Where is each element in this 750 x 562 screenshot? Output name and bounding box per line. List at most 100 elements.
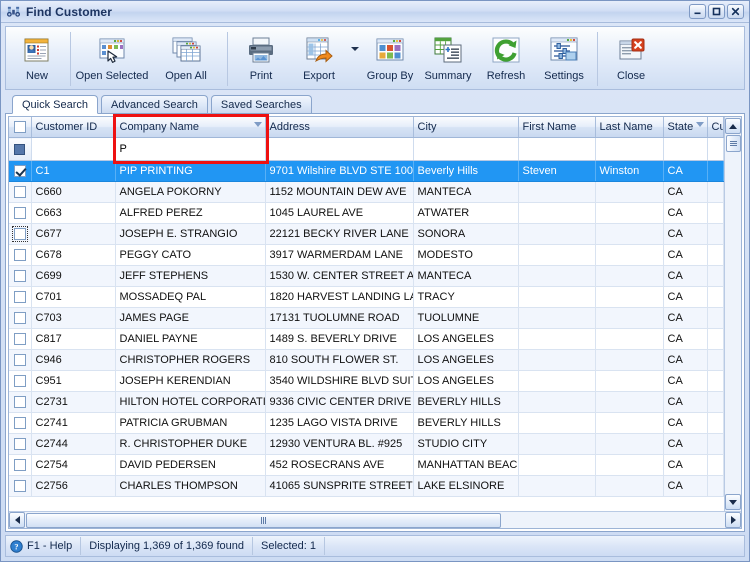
cell-cu[interactable] [707, 307, 724, 329]
table-row[interactable]: C951 JOSEPH KERENDIAN 3540 WILDSHIRE BLVD … [9, 370, 724, 392]
cell-cu[interactable] [707, 433, 724, 455]
cell-city[interactable]: TRACY [413, 286, 519, 308]
close-button[interactable] [727, 4, 744, 19]
cell-first-name[interactable] [518, 307, 596, 329]
cell-first-name[interactable] [518, 181, 596, 203]
cell-customer-id[interactable]: C2731 [31, 391, 116, 413]
cell-state[interactable]: CA [663, 328, 708, 350]
cell-first-name[interactable] [518, 286, 596, 308]
cell-last-name[interactable] [595, 475, 664, 497]
toolbar-button-close[interactable]: Close [602, 29, 660, 89]
cell-cu[interactable] [707, 328, 724, 350]
scroll-left-button[interactable] [9, 512, 25, 528]
row-select-cell[interactable] [9, 202, 32, 224]
table-row[interactable]: C2754 DAVID PEDERSEN 452 ROSECRANS AVE MANH… [9, 454, 724, 476]
cell-company-name[interactable]: JAMES PAGE [115, 307, 266, 329]
cell-company-name[interactable]: PATRICIA GRUBMAN [115, 412, 266, 434]
cell-cu[interactable] [707, 391, 724, 413]
cell-customer-id[interactable]: C2744 [31, 433, 116, 455]
horizontal-scrollbar[interactable] [9, 511, 741, 528]
cell-city[interactable]: TUOLUMNE [413, 307, 519, 329]
cell-address[interactable]: 1530 W. CENTER STREET APT [265, 265, 414, 287]
table-row[interactable]: C1 PIP PRINTING 9701 Wilshire BLVD STE 100… [9, 160, 724, 182]
cell-company-name[interactable]: R. CHRISTOPHER DUKE [115, 433, 266, 455]
row-select-cell[interactable] [9, 307, 32, 329]
cell-address[interactable]: 12930 VENTURA BL. #925 [265, 433, 414, 455]
horizontal-scroll-track[interactable] [26, 512, 724, 528]
row-select-cell[interactable] [9, 433, 32, 455]
row-select-cell[interactable] [9, 391, 32, 413]
cell-first-name[interactable] [518, 475, 596, 497]
cell-cu[interactable] [707, 202, 724, 224]
filter-mode-button[interactable] [9, 137, 32, 161]
cell-last-name[interactable] [595, 181, 664, 203]
row-select-cell[interactable] [9, 412, 32, 434]
cell-customer-id[interactable]: C951 [31, 370, 116, 392]
cell-last-name[interactable] [595, 391, 664, 413]
cell-state[interactable]: CA [663, 223, 708, 245]
select-all-checkbox[interactable] [13, 121, 26, 134]
status-help[interactable]: ? F1 - Help [6, 537, 82, 555]
cell-address[interactable]: 1235 LAGO VISTA DRIVE [265, 412, 414, 434]
vertical-scroll-thumb[interactable] [725, 135, 741, 152]
cell-company-name[interactable]: CHARLES THOMPSON [115, 475, 266, 497]
table-row[interactable]: C817 DANIEL PAYNE 1489 S. BEVERLY DRIVE LOS… [9, 328, 724, 350]
row-checkbox[interactable] [13, 438, 26, 451]
row-select-cell[interactable] [9, 370, 32, 392]
cell-company-name[interactable]: ANGELA POKORNY [115, 181, 266, 203]
table-row[interactable]: C701MOSSADEQ PAL1820 HARVEST LANDING LAN… [9, 286, 724, 308]
cell-last-name[interactable] [595, 328, 664, 350]
filter-input-city[interactable] [413, 137, 519, 161]
cell-customer-id[interactable]: C701 [31, 286, 116, 308]
row-select-cell[interactable] [9, 265, 32, 287]
cell-cu[interactable] [707, 223, 724, 245]
cell-customer-id[interactable]: C2754 [31, 454, 116, 476]
cell-last-name[interactable]: Winston [595, 160, 664, 182]
cell-cu[interactable] [707, 160, 724, 182]
row-checkbox[interactable] [13, 291, 26, 304]
toolbar-button-open-all[interactable]: Open All [149, 29, 223, 89]
scroll-right-button[interactable] [725, 512, 741, 528]
select-all-header[interactable] [9, 117, 32, 138]
cell-last-name[interactable] [595, 433, 664, 455]
cell-first-name[interactable] [518, 349, 596, 371]
cell-address[interactable]: 810 SOUTH FLOWER ST. [265, 349, 414, 371]
cell-address[interactable]: 3540 WILDSHIRE BLVD SUITE [265, 370, 414, 392]
row-checkbox[interactable] [13, 480, 26, 493]
row-checkbox[interactable] [13, 312, 26, 325]
cell-state[interactable]: CA [663, 307, 708, 329]
cell-address[interactable]: 1045 LAUREL AVE [265, 202, 414, 224]
cell-address[interactable]: 1152 MOUNTAIN DEW AVE [265, 181, 414, 203]
row-select-cell[interactable] [9, 160, 32, 182]
cell-last-name[interactable] [595, 349, 664, 371]
cell-company-name[interactable]: DANIEL PAYNE [115, 328, 266, 350]
row-checkbox[interactable] [13, 270, 26, 283]
table-row[interactable]: C703 JAMES PAGE 17131 TUOLUMNE ROAD TUOLUMN… [9, 307, 724, 329]
minimize-button[interactable] [689, 4, 706, 19]
table-row[interactable]: C946 CHRISTOPHER ROGERS 810 SOUTH FLOWER S… [9, 349, 724, 371]
row-select-cell[interactable] [9, 223, 32, 245]
table-row[interactable]: C2744 R. CHRISTOPHER DUKE 12930 VENTURA BL… [9, 433, 724, 455]
cell-last-name[interactable] [595, 202, 664, 224]
cell-first-name[interactable] [518, 202, 596, 224]
cell-customer-id[interactable]: C817 [31, 328, 116, 350]
cell-cu[interactable] [707, 454, 724, 476]
table-row[interactable]: C699 JEFF STEPHENS 1530 W. CENTER STREET A… [9, 265, 724, 287]
column-header-company-name[interactable]: Company Name [115, 117, 266, 138]
cell-address[interactable]: 452 ROSECRANS AVE [265, 454, 414, 476]
cell-city[interactable]: BEVERLY HILLS [413, 391, 519, 413]
cell-customer-id[interactable]: C1 [31, 160, 116, 182]
filter-input-address[interactable] [265, 137, 414, 161]
row-checkbox[interactable] [13, 228, 26, 241]
cell-city[interactable]: LOS ANGELES [413, 328, 519, 350]
cell-customer-id[interactable]: C677 [31, 223, 116, 245]
cell-first-name[interactable] [518, 433, 596, 455]
cell-city[interactable]: MODESTO [413, 244, 519, 266]
cell-state[interactable]: CA [663, 286, 708, 308]
toolbar-button-summary[interactable]: Summary [419, 29, 477, 89]
cell-first-name[interactable] [518, 370, 596, 392]
table-row[interactable]: C660 ANGELA POKORNY 1152 MOUNTAIN DEW AVE M… [9, 181, 724, 203]
cell-last-name[interactable] [595, 307, 664, 329]
cell-city[interactable]: LAKE ELSINORE [413, 475, 519, 497]
vertical-scroll-track[interactable] [725, 135, 741, 493]
